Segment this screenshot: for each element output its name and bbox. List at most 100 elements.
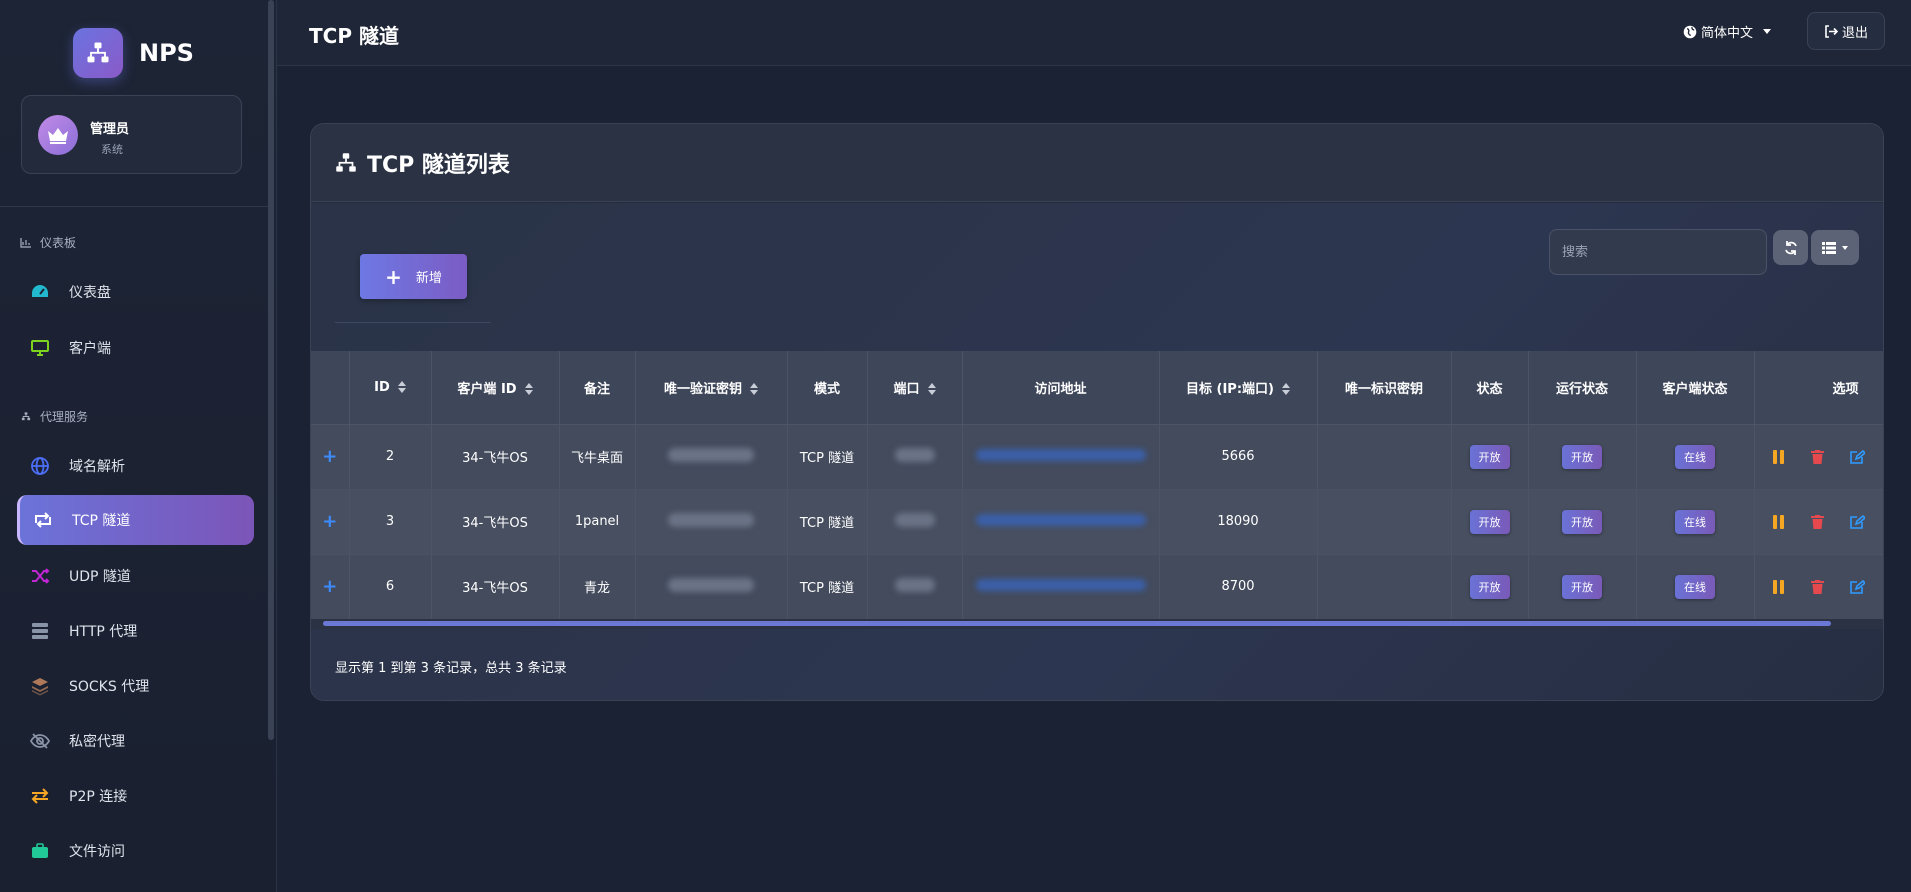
trash-icon[interactable]	[1810, 514, 1824, 529]
sidebar-item-p2p[interactable]: P2P 连接	[17, 771, 254, 821]
sidebar-item-label: HTTP 代理	[69, 624, 138, 640]
cell-unique-key	[1317, 554, 1452, 620]
col-options: 选项	[1754, 351, 1883, 425]
col-label: 端口	[893, 381, 920, 397]
sidebar-item-udp[interactable]: UDP 隧道	[17, 551, 254, 601]
cell-id: 6	[349, 554, 432, 620]
expand-row-button[interactable]: +	[311, 424, 350, 490]
logout-label: 退出	[1841, 25, 1868, 41]
refresh-icon	[1784, 240, 1797, 255]
cell-port-blurred	[867, 424, 963, 490]
sidebar-item-label: 域名解析	[69, 459, 125, 475]
plus-icon: +	[322, 446, 338, 467]
status-badge: 开放	[1469, 509, 1510, 534]
language-dropdown[interactable]: 简体中文	[1683, 22, 1772, 41]
sidebar-item-clients[interactable]: 客户端	[17, 323, 254, 373]
sidebar-item-files[interactable]: 文件访问	[17, 826, 254, 876]
edit-icon[interactable]	[1849, 579, 1865, 594]
refresh-button[interactable]	[1773, 230, 1808, 265]
cell-target: 5666	[1159, 424, 1318, 490]
col-label: 唯一验证密钥	[663, 381, 742, 397]
col-label: 选项	[1832, 381, 1859, 397]
user-role: 系统	[101, 143, 123, 156]
cell-verify-key-blurred	[635, 554, 788, 620]
edit-icon[interactable]	[1849, 449, 1865, 464]
sidebar-item-domain[interactable]: 域名解析	[17, 441, 254, 491]
cell-options	[1754, 424, 1883, 490]
topbar: TCP 隧道 简体中文 退出	[277, 0, 1911, 66]
brand[interactable]: NPS	[73, 28, 194, 78]
cell-options	[1754, 489, 1883, 555]
sort-icon	[524, 383, 533, 396]
pause-icon[interactable]	[1772, 579, 1785, 594]
search-input[interactable]	[1549, 229, 1767, 275]
cell-access-link-blurred[interactable]	[962, 424, 1160, 490]
col-verify-key[interactable]: 唯一验证密钥	[635, 351, 788, 425]
table-horizontal-scrollbar[interactable]	[311, 619, 1883, 629]
status-badge: 开放	[1469, 574, 1510, 599]
plus-icon: +	[385, 264, 402, 289]
cell-client-status: 在线	[1636, 424, 1755, 490]
briefcase-icon	[29, 840, 51, 862]
section-title: 仪表板	[40, 236, 77, 250]
cell-unique-key	[1317, 489, 1452, 555]
section-proxy: 代理服务	[20, 408, 88, 425]
status-badge: 开放	[1562, 574, 1602, 599]
card-title: TCP 隧道列表	[367, 152, 510, 178]
expand-row-button[interactable]: +	[311, 489, 350, 555]
col-label: 目标 (IP:端口)	[1186, 381, 1274, 397]
cell-remark: 飞牛桌面	[559, 424, 636, 490]
globe-icon	[1683, 25, 1697, 38]
trash-icon[interactable]	[1810, 579, 1824, 594]
globe-icon	[29, 455, 51, 477]
pause-icon[interactable]	[1772, 514, 1785, 529]
cell-id: 2	[349, 424, 432, 490]
sidebar-item-label: 私密代理	[69, 734, 125, 750]
cell-run-status: 开放	[1528, 554, 1637, 620]
pause-icon[interactable]	[1772, 449, 1785, 464]
cell-verify-key-blurred	[635, 424, 788, 490]
col-client-id[interactable]: 客户端 ID	[431, 351, 560, 425]
col-expand	[311, 351, 350, 425]
col-label: 备注	[583, 381, 610, 397]
cell-status: 开放	[1451, 554, 1529, 620]
add-label: 新增	[415, 271, 442, 286]
cell-port-blurred	[867, 489, 963, 555]
trash-icon[interactable]	[1810, 449, 1824, 464]
sidebar-item-http[interactable]: HTTP 代理	[17, 606, 254, 656]
col-label: 客户端状态	[1662, 381, 1728, 397]
expand-row-button[interactable]: +	[311, 554, 350, 620]
section-title: 代理服务	[40, 410, 89, 424]
layers-icon	[29, 675, 51, 697]
columns-toggle-button[interactable]	[1811, 230, 1859, 265]
exchange-icon	[29, 785, 51, 807]
sidebar-item-dashboard[interactable]: 仪表盘	[17, 267, 254, 317]
edit-icon[interactable]	[1849, 514, 1865, 529]
tunnel-list-card: TCP 隧道列表 + 新增 ID 客户端 ID 备注 唯一验证密钥 模式	[310, 123, 1884, 701]
logout-button[interactable]: 退出	[1807, 12, 1885, 50]
cell-id: 3	[349, 489, 432, 555]
cell-mode: TCP 隧道	[787, 489, 868, 555]
chevron-down-icon	[1763, 29, 1772, 34]
list-icon	[1822, 241, 1836, 254]
col-port[interactable]: 端口	[867, 351, 963, 425]
add-button[interactable]: + 新增	[360, 254, 467, 299]
language-label: 简体中文	[1701, 26, 1754, 41]
cell-remark: 青龙	[559, 554, 636, 620]
sidebar-item-secret[interactable]: 私密代理	[17, 716, 254, 766]
col-target[interactable]: 目标 (IP:端口)	[1159, 351, 1318, 425]
cell-mode: TCP 隧道	[787, 424, 868, 490]
retweet-icon	[32, 509, 54, 531]
cell-access-link-blurred[interactable]	[962, 489, 1160, 555]
cell-access-link-blurred[interactable]	[962, 554, 1160, 620]
sidebar-item-socks[interactable]: SOCKS 代理	[17, 661, 254, 711]
user-card[interactable]: 管理员 系统	[21, 95, 242, 174]
sidebar-item-label: 文件访问	[69, 844, 125, 860]
status-badge: 开放	[1469, 444, 1510, 469]
sidebar-scrollbar[interactable]	[268, 0, 274, 740]
table-row: + 2 34-飞牛OS 飞牛桌面 TCP 隧道 5666 开放 开放 在线	[311, 424, 1883, 490]
scrollbar-thumb[interactable]	[323, 621, 1831, 626]
sidebar-item-tcp[interactable]: TCP 隧道	[17, 495, 254, 545]
col-id[interactable]: ID	[349, 351, 432, 425]
status-badge: 在线	[1675, 509, 1715, 534]
